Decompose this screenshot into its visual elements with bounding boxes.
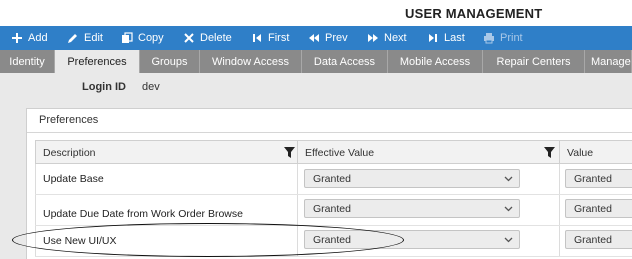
delete-label: Delete bbox=[200, 32, 232, 44]
effective-value-select[interactable]: Granted bbox=[304, 230, 520, 249]
description-cell: Update Base bbox=[35, 164, 297, 194]
copy-icon bbox=[120, 31, 134, 45]
first-icon bbox=[250, 31, 264, 45]
preferences-grid: Description Effective Value Value Update… bbox=[35, 140, 632, 259]
edit-button[interactable]: Edit bbox=[66, 26, 103, 50]
tab-bar: Identity Preferences Groups Window Acces… bbox=[0, 50, 632, 73]
login-area: Login ID dev bbox=[0, 73, 632, 103]
select-value: Granted bbox=[574, 233, 612, 246]
prev-button[interactable]: Prev bbox=[307, 26, 348, 50]
tab-identity[interactable]: Identity bbox=[0, 50, 55, 73]
first-label: First bbox=[268, 32, 290, 44]
select-value: Granted bbox=[574, 172, 612, 185]
pencil-icon bbox=[66, 31, 80, 45]
login-id-value: dev bbox=[142, 81, 160, 93]
table-row[interactable]: Use New UI/UX Granted Granted bbox=[35, 226, 632, 257]
chevron-down-icon bbox=[504, 237, 513, 243]
prev-icon bbox=[307, 31, 321, 45]
print-label: Print bbox=[500, 32, 523, 44]
column-label: Description bbox=[43, 146, 96, 159]
tab-window-access[interactable]: Window Access bbox=[200, 50, 302, 73]
next-button[interactable]: Next bbox=[366, 26, 407, 50]
tab-mobile-access[interactable]: Mobile Access bbox=[388, 50, 483, 73]
last-label: Last bbox=[444, 32, 465, 44]
print-button[interactable]: Print bbox=[482, 26, 523, 50]
value-select[interactable]: Granted bbox=[565, 230, 632, 249]
delete-button[interactable]: Delete bbox=[182, 26, 232, 50]
filter-icon[interactable] bbox=[544, 147, 555, 158]
edit-label: Edit bbox=[84, 32, 103, 44]
next-label: Next bbox=[384, 32, 407, 44]
column-header-description[interactable]: Description bbox=[35, 141, 297, 164]
filter-icon[interactable] bbox=[284, 147, 295, 158]
tab-groups[interactable]: Groups bbox=[140, 50, 200, 73]
tab-data-access[interactable]: Data Access bbox=[302, 50, 388, 73]
description-cell: Update Due Date from Work Order Browse bbox=[35, 195, 297, 225]
last-icon bbox=[426, 31, 440, 45]
effective-value-select[interactable]: Granted bbox=[304, 199, 520, 218]
select-value: Granted bbox=[313, 233, 351, 246]
plus-icon bbox=[10, 31, 24, 45]
tab-preferences[interactable]: Preferences bbox=[55, 50, 140, 73]
select-value: Granted bbox=[313, 202, 351, 215]
column-header-effective-value[interactable]: Effective Value bbox=[297, 141, 559, 164]
table-row[interactable]: Update Due Date from Work Order Browse G… bbox=[35, 195, 632, 226]
print-icon bbox=[482, 31, 496, 45]
prev-label: Prev bbox=[325, 32, 348, 44]
description-cell: Use New UI/UX bbox=[35, 226, 297, 256]
value-select[interactable]: Granted bbox=[565, 169, 632, 188]
tab-repair-centers[interactable]: Repair Centers bbox=[483, 50, 585, 73]
chevron-down-icon bbox=[504, 206, 513, 212]
panel-divider bbox=[27, 132, 632, 133]
next-icon bbox=[366, 31, 380, 45]
column-header-value[interactable]: Value bbox=[559, 141, 632, 164]
chevron-down-icon bbox=[504, 176, 513, 182]
panel-title: Preferences bbox=[39, 114, 99, 126]
table-row[interactable]: Update Base Granted Granted bbox=[35, 164, 632, 195]
title-bar: USER MANAGEMENT bbox=[0, 0, 632, 26]
grid-header: Description Effective Value Value bbox=[35, 140, 632, 164]
page-title: USER MANAGEMENT bbox=[405, 6, 543, 21]
last-button[interactable]: Last bbox=[426, 26, 465, 50]
copy-label: Copy bbox=[138, 32, 164, 44]
delete-icon bbox=[182, 31, 196, 45]
add-label: Add bbox=[28, 32, 48, 44]
value-select[interactable]: Granted bbox=[565, 199, 632, 218]
tab-managed[interactable]: Managed bbox=[585, 50, 632, 73]
copy-button[interactable]: Copy bbox=[120, 26, 164, 50]
first-button[interactable]: First bbox=[250, 26, 289, 50]
add-button[interactable]: Add bbox=[10, 26, 48, 50]
select-value: Granted bbox=[574, 202, 612, 215]
select-value: Granted bbox=[313, 172, 351, 185]
column-label: Value bbox=[567, 146, 594, 159]
login-id-label: Login ID bbox=[82, 81, 126, 93]
column-label: Effective Value bbox=[305, 146, 375, 159]
toolbar: Add Edit Copy Delete First Prev Next Las… bbox=[0, 26, 632, 50]
effective-value-select[interactable]: Granted bbox=[304, 169, 520, 188]
